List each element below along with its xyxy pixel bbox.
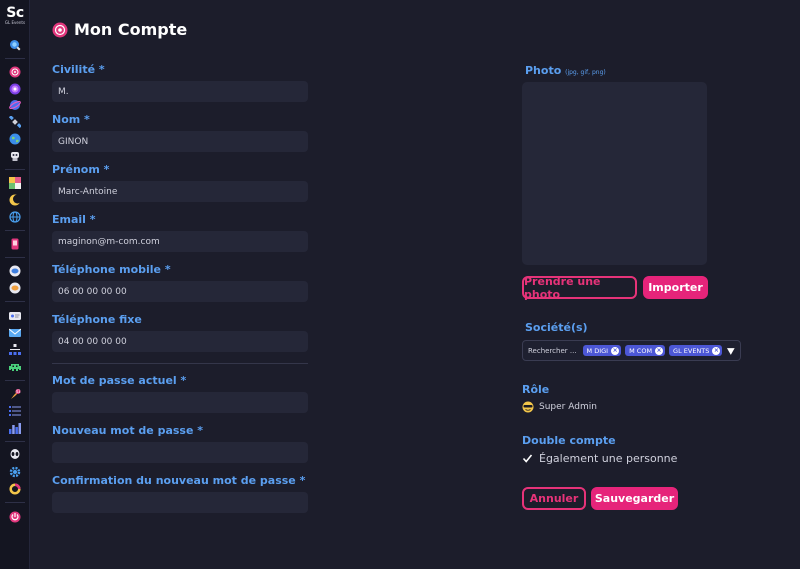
robot-icon[interactable] — [9, 150, 21, 162]
tel-mobile-label: Téléphone mobile * — [52, 263, 171, 276]
societe-multiselect[interactable]: Rechercher ... M DIGI × M COM × GL EVENT… — [522, 340, 741, 361]
societe-label: Société(s) — [525, 321, 588, 334]
astronaut-icon[interactable] — [9, 265, 21, 277]
email-label: Email * — [52, 213, 96, 226]
page-title: Mon Compte — [74, 20, 188, 39]
photo-format-hint: (jpg, gif, png) — [565, 69, 606, 76]
rocket-badge: 43 — [15, 389, 21, 394]
logout-icon[interactable] — [9, 511, 21, 523]
satellite-icon[interactable] — [9, 116, 21, 128]
societe-tag-label: GL EVENTS — [673, 346, 710, 355]
prenom-label: Prénom * — [52, 163, 110, 176]
photo-label-text: Photo — [525, 64, 562, 77]
gear-icon[interactable] — [9, 466, 21, 478]
photo-label: Photo (jpg, gif, png) — [525, 64, 606, 77]
donut-icon[interactable] — [9, 483, 21, 495]
checklist-icon[interactable] — [9, 405, 21, 417]
target-icon[interactable] — [9, 83, 21, 95]
spiral-icon[interactable] — [9, 66, 21, 78]
checkbox-checked-icon[interactable] — [522, 453, 533, 464]
double-compte-label: Double compte — [522, 434, 616, 447]
role-label: Rôle — [522, 383, 550, 396]
stats-icon[interactable] — [9, 422, 21, 434]
import-button[interactable]: Importer — [643, 276, 708, 299]
logo-subtitle: GL Events — [4, 20, 26, 25]
mdp-actuel-label: Mot de passe actuel * — [52, 374, 187, 387]
email-field[interactable] — [52, 231, 308, 252]
take-photo-button[interactable]: Prendre une photo — [522, 275, 637, 301]
role-value: Super Admin — [522, 401, 597, 413]
logo-text: Sc — [6, 5, 24, 21]
envelope-icon[interactable] — [9, 327, 21, 339]
prenom-field[interactable] — [52, 181, 308, 202]
societe-tag-label: M DIGI — [586, 346, 609, 355]
civilite-label: Civilité * — [52, 63, 105, 76]
form-divider — [52, 363, 308, 364]
confirm-password-field[interactable] — [52, 492, 308, 513]
sunglasses-face-icon — [522, 401, 534, 413]
save-button[interactable]: Sauvegarder — [591, 487, 678, 510]
mobile-icon[interactable] — [9, 238, 21, 250]
invader-icon[interactable] — [9, 361, 21, 373]
earth-icon[interactable] — [9, 133, 21, 145]
societe-tag: M COM × — [625, 345, 666, 356]
societe-tag: M DIGI × — [582, 345, 622, 356]
tel-fixe-label: Téléphone fixe — [52, 313, 142, 326]
network-icon[interactable] — [9, 344, 21, 356]
globe-icon[interactable] — [9, 211, 21, 223]
tel-fixe-field[interactable] — [52, 331, 308, 352]
nom-label: Nom * — [52, 113, 90, 126]
id-card-icon[interactable] — [9, 310, 21, 322]
mdp-confirm-label: Confirmation du nouveau mot de passe * — [52, 474, 306, 487]
spiral-icon — [52, 22, 68, 37]
page-header: Mon Compte — [52, 20, 187, 39]
new-password-field[interactable] — [52, 442, 308, 463]
mdp-nouveau-label: Nouveau mot de passe * — [52, 424, 204, 437]
chevron-down-icon[interactable] — [726, 346, 736, 356]
nom-field[interactable] — [52, 131, 308, 152]
role-text: Super Admin — [539, 402, 597, 412]
civilite-field[interactable] — [52, 81, 308, 102]
astronaut-2-icon[interactable] — [9, 282, 21, 294]
rocket-icon[interactable]: 43 — [9, 389, 21, 401]
palette-icon[interactable] — [9, 177, 21, 189]
sidebar: Sc GL Events 43 — [0, 0, 30, 569]
tel-mobile-field[interactable] — [52, 281, 308, 302]
current-password-field[interactable] — [52, 392, 308, 413]
double-compte-checkbox-row[interactable]: Également une personne — [522, 452, 677, 465]
remove-tag-icon[interactable]: × — [712, 346, 721, 355]
societe-tag: GL EVENTS × — [669, 345, 723, 356]
societe-tag-label: M COM — [629, 346, 653, 355]
remove-tag-icon[interactable]: × — [655, 346, 664, 355]
remove-tag-icon[interactable]: × — [611, 346, 620, 355]
search-globe-icon[interactable] — [9, 39, 21, 51]
planet-icon[interactable] — [9, 99, 21, 111]
moon-icon[interactable] — [9, 194, 21, 206]
app-logo[interactable]: Sc GL Events — [3, 6, 27, 26]
cancel-button[interactable]: Annuler — [522, 487, 586, 510]
alien-icon[interactable] — [9, 449, 21, 461]
societe-search-input[interactable]: Rechercher ... — [528, 347, 577, 355]
double-compte-checkbox-label: Également une personne — [539, 452, 678, 465]
photo-preview[interactable] — [522, 82, 707, 265]
